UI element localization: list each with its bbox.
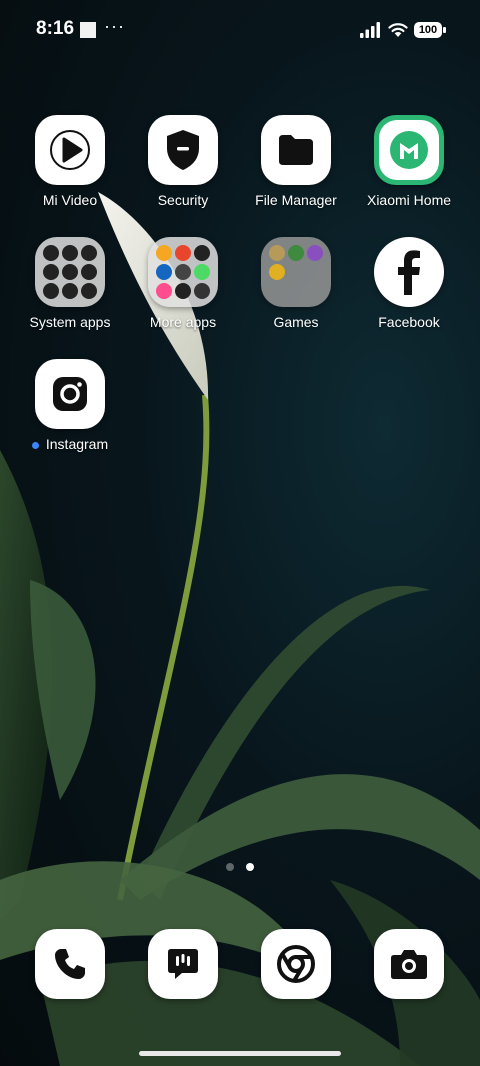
app-security[interactable]: Security	[127, 115, 239, 208]
app-mi-video[interactable]: Mi Video	[14, 115, 126, 208]
folder-system-apps-icon[interactable]	[35, 237, 105, 307]
notification-overflow-icon: ···	[104, 16, 125, 36]
app-instagram[interactable]: Instagram	[14, 359, 126, 452]
page-dot[interactable]	[226, 863, 234, 871]
app-label: Mi Video	[42, 192, 98, 208]
facebook-icon[interactable]	[374, 237, 444, 307]
app-xiaomi-home[interactable]: Xiaomi Home	[353, 115, 465, 208]
status-time: 8:16	[36, 18, 75, 39]
page-indicator	[224, 863, 256, 873]
folder-more-apps[interactable]: More apps	[127, 237, 239, 330]
folder-more-apps-icon[interactable]	[148, 237, 218, 307]
folder-icon[interactable]	[261, 115, 331, 185]
wifi-icon	[388, 23, 408, 37]
app-label: System apps	[29, 314, 111, 330]
page-dot-active[interactable]	[246, 863, 254, 871]
app-label: More apps	[149, 314, 217, 330]
home-gesture-bar[interactable]	[139, 1051, 341, 1056]
status-bar: 8:16 ··· 100	[0, 0, 480, 60]
app-facebook[interactable]: Facebook	[353, 237, 465, 330]
battery-level: 100	[414, 22, 442, 38]
cellular-signal-icon	[360, 22, 380, 38]
app-file-manager[interactable]: File Manager	[240, 115, 352, 208]
dock-messaging[interactable]	[148, 929, 218, 999]
camera-icon	[391, 950, 427, 979]
dock-camera[interactable]	[374, 929, 444, 999]
folder-system-apps[interactable]: System apps	[14, 237, 126, 330]
app-label-text: Instagram	[45, 436, 109, 452]
chrome-icon	[277, 945, 315, 983]
folder-games[interactable]: Games	[240, 237, 352, 330]
app-label: Xiaomi Home	[366, 192, 452, 208]
app-label: Facebook	[378, 314, 440, 330]
app-label: File Manager	[255, 192, 337, 208]
phone-icon	[55, 949, 85, 979]
new-app-indicator	[31, 441, 39, 449]
instagram-icon[interactable]	[35, 359, 105, 429]
app-label: Instagram	[14, 436, 126, 452]
folder-games-icon[interactable]	[261, 237, 331, 307]
dock-chrome[interactable]	[261, 929, 331, 999]
shield-icon[interactable]	[148, 115, 218, 185]
message-icon	[168, 949, 198, 979]
xiaomi-home-icon[interactable]	[374, 115, 444, 185]
app-label: Security	[157, 192, 209, 208]
notification-icon	[80, 22, 96, 38]
app-label: Games	[273, 314, 319, 330]
dock-phone[interactable]	[35, 929, 105, 999]
play-icon[interactable]	[35, 115, 105, 185]
battery-icon: 100	[414, 22, 446, 38]
